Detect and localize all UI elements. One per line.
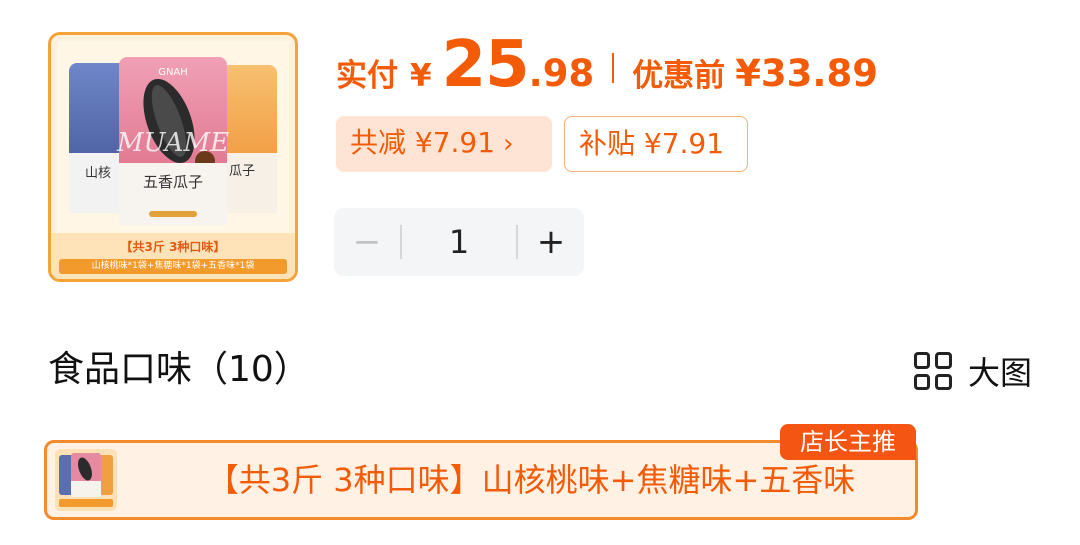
option-thumbnail [55,449,117,511]
original-price-label: 优惠前 [632,58,726,94]
sunflower-seed-bags-icon: 山核 瓜子 GNAH MUAME 五香瓜子 [57,41,289,241]
product-banner-strip: 山核桃味*1袋+焦糖味*1袋+五香味*1袋 [59,259,287,274]
chevron-right-icon: › [503,129,514,159]
recommended-tag: 店长主推 [780,424,916,460]
increase-quantity-button[interactable]: + [518,208,584,276]
flavor-section-title: 食品口味（10） [48,349,310,390]
price-integer: 25 [441,28,530,102]
subsidy-badge: 补贴 ¥7.91 [564,116,748,172]
bag-right-name: 瓜子 [229,164,255,179]
product-banner-title: 【共3斤 3种口味】 [120,240,226,254]
quantity-stepper: − + [334,208,584,276]
decrease-quantity-button[interactable]: − [334,208,400,276]
product-image[interactable]: 山核 瓜子 GNAH MUAME 五香瓜子 【共3斤 3种口味】 山核桃味*1袋… [48,32,298,282]
total-discount-text: 共减 ¥7.91 [350,126,496,159]
large-view-toggle[interactable]: 大图 [913,348,1032,394]
quantity-input[interactable] [402,222,516,262]
paid-label: 实付 [336,58,398,94]
price-decimal: .98 [528,52,595,95]
sunflower-seed-bags-icon [55,449,117,511]
original-price: ¥33.89 [735,52,878,95]
currency-symbol: ¥ [410,58,432,94]
price-row: 实付 ¥ 25 .98 优惠前 ¥33.89 [336,28,878,102]
total-discount-badge[interactable]: 共减 ¥7.91 › [336,116,552,172]
price-divider [612,53,615,83]
large-view-label: 大图 [967,354,1032,392]
bag-front-name: 五香瓜子 [143,173,203,191]
bag-brand: MUAME [116,128,229,158]
subsidy-text: 补贴 ¥7.91 [579,127,725,160]
grid-icon [913,352,952,390]
bag-left-name: 山核 [85,166,111,181]
bag-logo: GNAH [158,67,188,78]
product-banner: 【共3斤 3种口味】 山核桃味*1袋+焦糖味*1袋+五香味*1袋 [51,233,295,279]
